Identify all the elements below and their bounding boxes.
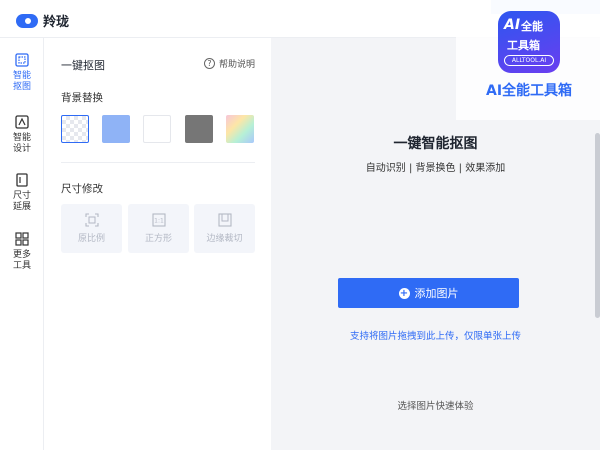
sidebar-item-label: 智能 设计 [12, 133, 31, 154]
canvas-title: 一键智能抠图 [393, 136, 478, 152]
add-image-label: 添加图片 [414, 287, 459, 300]
swatch-gray[interactable] [185, 115, 213, 143]
ai-toolbox-overlay: AI 全能 工具箱 ALLTOOL.AI AI全能工具箱 [456, 0, 600, 120]
swatch-gradient[interactable] [226, 115, 254, 143]
help-link[interactable]: ? 帮助说明 [204, 57, 255, 70]
help-label: 帮助说明 [219, 60, 256, 70]
background-section-label: 背景替换 [61, 92, 103, 104]
size-option-edge-crop[interactable]: 边缘裁切 [194, 204, 255, 253]
sidebar-item-label: 更多 工具 [12, 250, 31, 271]
ai-toolbox-logo: AI 全能 工具箱 ALLTOOL.AI [498, 11, 560, 73]
sidebar-item-label: 尺寸 延展 [12, 191, 31, 212]
upload-hint: 支持将图片拖拽到此上传，仅限单张上传 [349, 331, 521, 342]
plus-icon: + [398, 287, 410, 299]
question-icon: ? [204, 58, 215, 69]
panel-title: 一键抠图 [61, 59, 105, 72]
logo-icon [16, 13, 38, 28]
resize-icon [16, 173, 28, 187]
section-divider [61, 162, 255, 163]
sidebar-item-more-tools[interactable]: 更多 工具 [0, 231, 44, 272]
grid-icon [15, 232, 29, 246]
add-image-button[interactable]: + 添加图片 [338, 278, 519, 308]
sidebar-item-cutout[interactable]: 智能 抠图 [0, 52, 44, 93]
sidebar-item-resize[interactable]: 尺寸 延展 [0, 172, 44, 213]
size-option-label: 边缘裁切 [206, 234, 243, 244]
size-option-square[interactable]: 1:1 正方形 [128, 204, 189, 253]
logo-text: 羚珑 [43, 15, 70, 30]
swatch-transparent[interactable] [61, 115, 89, 143]
edge-crop-icon [217, 213, 232, 227]
app-logo[interactable]: 羚珑 [16, 11, 69, 30]
cutout-icon [15, 53, 29, 67]
square-ratio-icon: 1:1 [151, 213, 166, 227]
scrollbar[interactable] [595, 133, 600, 318]
settings-panel: 一键抠图 ? 帮助说明 背景替换 尺寸修改 原比例 1:1 正方形 边缘裁切 [45, 38, 270, 450]
sidebar-item-label: 智能 抠图 [12, 71, 31, 92]
sidebar-item-design[interactable]: 智能 设计 [0, 114, 44, 155]
size-option-original[interactable]: 原比例 [61, 204, 122, 253]
original-ratio-icon [84, 213, 99, 227]
swatch-blue[interactable] [102, 115, 130, 143]
size-section-label: 尺寸修改 [61, 183, 103, 195]
svg-text:1:1: 1:1 [154, 218, 164, 225]
sample-images-link[interactable]: 选择图片快速体验 [271, 398, 600, 412]
size-option-label: 正方形 [144, 234, 172, 244]
design-icon [15, 115, 29, 129]
canvas-subtitle: 自动识别 | 背景换色 | 效果添加 [365, 163, 506, 174]
ai-toolbox-caption: AI全能工具箱 [486, 83, 573, 99]
swatch-white[interactable] [143, 115, 171, 143]
tool-sidebar: 智能 抠图 智能 设计 尺寸 延展 更多 工具 [0, 38, 44, 450]
size-option-label: 原比例 [77, 234, 105, 244]
